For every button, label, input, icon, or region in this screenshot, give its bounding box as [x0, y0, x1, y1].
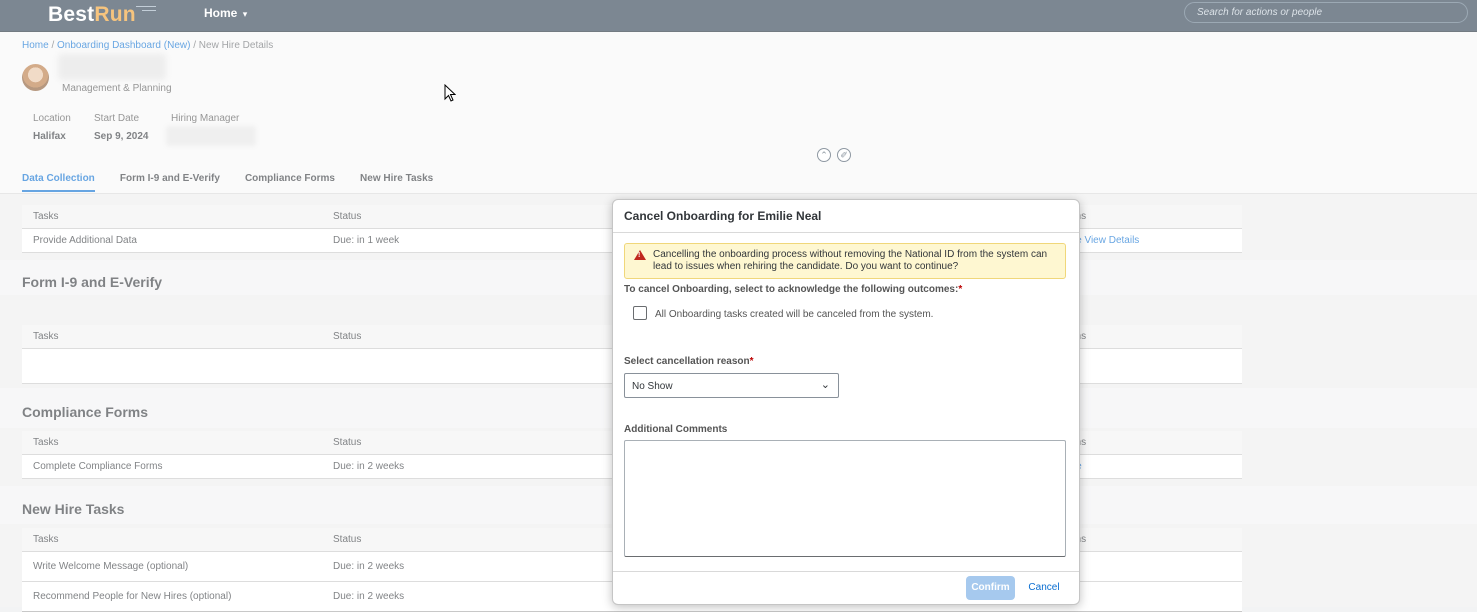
additional-comments-label: Additional Comments: [624, 424, 728, 435]
acknowledge-label: To cancel Onboarding, select to acknowle…: [624, 284, 962, 295]
cancellation-reason-select[interactable]: No Show ⌄: [624, 373, 839, 398]
confirm-button[interactable]: Confirm: [966, 576, 1015, 600]
divider: [613, 571, 1079, 572]
mouse-cursor-icon: [444, 84, 456, 102]
cancellation-reason-value: No Show: [632, 381, 673, 392]
acknowledge-label-text: To cancel Onboarding, select to acknowle…: [624, 284, 959, 295]
required-marker: *: [958, 284, 963, 295]
acknowledge-checkbox[interactable]: [633, 306, 647, 320]
required-marker: *: [749, 356, 754, 367]
cancellation-reason-label-text: Select cancellation reason: [624, 356, 750, 367]
acknowledge-checkbox-label[interactable]: All Onboarding tasks created will be can…: [655, 309, 933, 320]
dialog-title: Cancel Onboarding for Emilie Neal: [624, 209, 822, 223]
chevron-down-icon: ⌄: [820, 379, 830, 391]
cancel-button[interactable]: Cancel: [1022, 576, 1066, 600]
cancellation-reason-label: Select cancellation reason*: [624, 356, 754, 367]
warning-text: Cancelling the onboarding process withou…: [653, 249, 1048, 272]
divider: [613, 232, 1079, 233]
cancel-onboarding-dialog: Cancel Onboarding for Emilie Neal ! Canc…: [612, 199, 1080, 605]
warning-icon-mark: !: [638, 252, 641, 259]
additional-comments-textarea[interactable]: [624, 440, 1066, 557]
warning-message-strip: ! Cancelling the onboarding process with…: [624, 243, 1066, 279]
